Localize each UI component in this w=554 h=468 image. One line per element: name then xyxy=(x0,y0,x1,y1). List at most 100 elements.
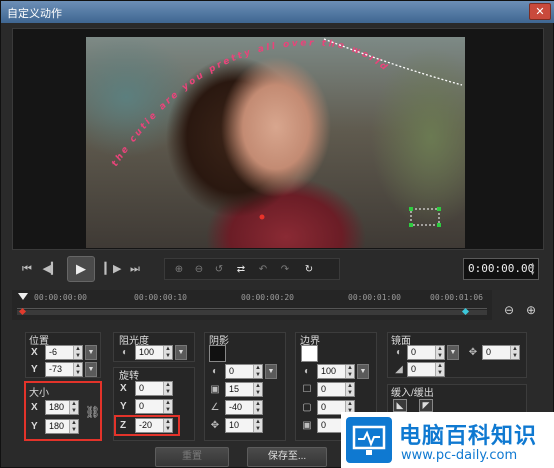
mirror-distance-spinner[interactable]: ▲ ▼ xyxy=(435,363,444,376)
mirror-distance-input[interactable]: 0 ▲ ▼ xyxy=(407,362,445,377)
reset-button[interactable]: 重置 xyxy=(155,447,229,467)
shadow-blur-icon: ▣ xyxy=(210,384,220,395)
shadow-distance-input[interactable]: 10 ▲ ▼ xyxy=(225,418,263,433)
ease-out-icon[interactable]: ◤ xyxy=(419,399,433,412)
mirror-opacity-spinner[interactable]: ▲ ▼ xyxy=(435,346,444,359)
mirror-opacity-input[interactable]: 0 ▲ ▼ xyxy=(407,345,445,360)
save-as-button[interactable]: 保存至... xyxy=(247,447,327,467)
previous-frame-icon[interactable]: ◀▎ xyxy=(42,260,60,278)
mirror-opacity-dropdown[interactable]: ▼ xyxy=(447,345,459,360)
mirror-offset-spinner[interactable]: ▲ ▼ xyxy=(510,346,519,359)
keyframe-toolbar: ⊕ ⊖ ↺ ⇄ ↶ ↷ ↻ xyxy=(164,258,340,280)
go-to-end-icon[interactable]: ⏭ xyxy=(126,260,144,278)
border-width-input[interactable]: 0 ▲ ▼ xyxy=(317,382,355,397)
border-opacity-input[interactable]: 100 ▲ ▼ xyxy=(317,364,355,379)
curved-title-text[interactable]: the cutie are you pretty all over the wo… xyxy=(110,38,390,168)
border-opacity-spinner[interactable]: ▲ ▼ xyxy=(345,365,354,378)
rotation-z-input[interactable]: -20 ▲ ▼ xyxy=(135,418,173,433)
border-offset-value: 0 xyxy=(321,420,327,430)
size-x-value: 180 xyxy=(49,402,65,412)
selection-box[interactable] xyxy=(410,208,440,226)
position-y-spinner[interactable]: ▲ ▼ xyxy=(73,363,82,376)
position-x-input[interactable]: -6 ▲ ▼ xyxy=(45,345,83,360)
selection-handle[interactable] xyxy=(409,223,413,227)
rotation-z-spinner[interactable]: ▲ ▼ xyxy=(163,419,172,432)
anchor-point[interactable] xyxy=(259,214,265,220)
mirror-offset-value: 0 xyxy=(486,347,492,357)
close-button[interactable]: ✕ xyxy=(529,3,551,20)
timeline-track[interactable] xyxy=(17,310,487,315)
position-x-dropdown[interactable]: ▼ xyxy=(85,345,97,360)
tick-label: 00:00:01:06 xyxy=(430,293,483,302)
rotation-x-value: 0 xyxy=(139,383,145,393)
rotation-y-input[interactable]: 0 ▲ ▼ xyxy=(135,399,173,414)
rotation-z-label: Z xyxy=(120,420,127,431)
remove-keyframe-icon[interactable]: ⊖ xyxy=(189,261,209,278)
border-opacity-icon: ◐ xyxy=(303,366,311,377)
smooth-path-icon[interactable]: ↻ xyxy=(299,261,319,278)
rotation-x-input[interactable]: 0 ▲ ▼ xyxy=(135,381,173,396)
opacity-spinner[interactable]: ▲ ▼ xyxy=(163,346,172,359)
tick-label: 00:00:00:20 xyxy=(241,293,294,302)
video-preview[interactable]: the cutie are you pretty all over the wo… xyxy=(86,37,465,248)
ease-in-icon[interactable]: ◣ xyxy=(393,399,407,412)
monitor-logo-icon xyxy=(346,417,392,463)
selection-handle[interactable] xyxy=(437,223,441,227)
playhead[interactable] xyxy=(18,293,28,300)
shadow-blur-spinner[interactable]: ▲ ▼ xyxy=(253,383,262,396)
shadow-angle-input[interactable]: -40 ▲ ▼ xyxy=(225,400,263,415)
shadow-blur-value: 15 xyxy=(229,384,240,394)
selection-handle[interactable] xyxy=(437,207,441,211)
rotation-y-spinner[interactable]: ▲ ▼ xyxy=(163,400,172,413)
shadow-opacity-spinner[interactable]: ▲ ▼ xyxy=(253,365,262,378)
size-x-input[interactable]: 180 ▲ ▼ xyxy=(45,400,79,415)
preview-overlay: the cutie are you pretty all over the wo… xyxy=(110,38,463,227)
move-right-icon[interactable]: ↷ xyxy=(275,261,295,278)
add-keyframe-icon[interactable]: ⊕ xyxy=(169,261,189,278)
shadow-angle-spinner[interactable]: ▲ ▼ xyxy=(253,401,262,414)
shadow-distance-spinner[interactable]: ▲ ▼ xyxy=(253,419,262,432)
shadow-opacity-input[interactable]: 0 ▲ ▼ xyxy=(225,364,263,379)
size-y-spinner[interactable]: ▲ ▼ xyxy=(69,420,78,433)
next-frame-icon[interactable]: ▎▶ xyxy=(104,260,122,278)
mirror-offset-input[interactable]: 0 ▲ ▼ xyxy=(482,345,520,360)
link-icon[interactable]: ⛓ xyxy=(85,406,100,418)
move-left-icon[interactable]: ↶ xyxy=(253,261,273,278)
position-y-dropdown[interactable]: ▼ xyxy=(85,362,97,377)
opacity-icon: ◐ xyxy=(121,347,129,358)
watermark-logo: 电脑百科知识 www.pc-daily.com xyxy=(341,412,554,468)
shadow-color-swatch[interactable] xyxy=(209,345,226,362)
size-y-input[interactable]: 180 ▲ ▼ xyxy=(45,419,79,434)
opacity-dropdown[interactable]: ▼ xyxy=(175,345,187,360)
zoom-out-icon[interactable]: ⊖ xyxy=(501,303,517,319)
border-width-spinner[interactable]: ▲ ▼ xyxy=(345,383,354,396)
border-blur-value: 0 xyxy=(321,402,327,412)
rotation-x-spinner[interactable]: ▲ ▼ xyxy=(163,382,172,395)
shadow-opacity-dropdown[interactable]: ▼ xyxy=(265,364,277,379)
timeline[interactable]: 00:00:00:00 00:00:00:10 00:00:00:20 00:0… xyxy=(12,290,492,320)
custom-motion-dialog: 自定义动作 ✕ the cutie are you pretty all ove… xyxy=(0,0,554,468)
mirror-distance-value: 0 xyxy=(411,364,417,374)
shadow-opacity-icon: ◐ xyxy=(211,366,219,377)
size-x-spinner[interactable]: ▲ ▼ xyxy=(69,401,78,414)
position-y-input[interactable]: -73 ▲ ▼ xyxy=(45,362,83,377)
swap-keyframe-icon[interactable]: ⇄ xyxy=(231,261,251,278)
rotation-y-value: 0 xyxy=(139,401,145,411)
reverse-keyframe-icon[interactable]: ↺ xyxy=(209,261,229,278)
window-title: 自定义动作 xyxy=(7,8,62,20)
rotation-label: 旋转 xyxy=(119,371,139,382)
shadow-blur-input[interactable]: 15 ▲ ▼ xyxy=(225,382,263,397)
position-x-spinner[interactable]: ▲ ▼ xyxy=(73,346,82,359)
border-width-value: 0 xyxy=(321,384,327,394)
timecode-field[interactable]: 0:00:00.00 ▲ ▼ xyxy=(463,258,539,280)
mirror-offset-icon: ✥ xyxy=(468,347,478,358)
border-color-swatch[interactable] xyxy=(301,345,318,362)
border-opacity-dropdown[interactable]: ▼ xyxy=(357,364,369,379)
position-y-value: -73 xyxy=(49,364,63,374)
play-button[interactable]: ▶ xyxy=(67,256,95,282)
go-to-start-icon[interactable]: ⏮ xyxy=(18,260,36,278)
zoom-in-icon[interactable]: ⊕ xyxy=(523,303,539,319)
opacity-input[interactable]: 100 ▲ ▼ xyxy=(135,345,173,360)
selection-handle[interactable] xyxy=(409,207,413,211)
timecode-spinner[interactable]: ▲ ▼ xyxy=(528,260,537,278)
